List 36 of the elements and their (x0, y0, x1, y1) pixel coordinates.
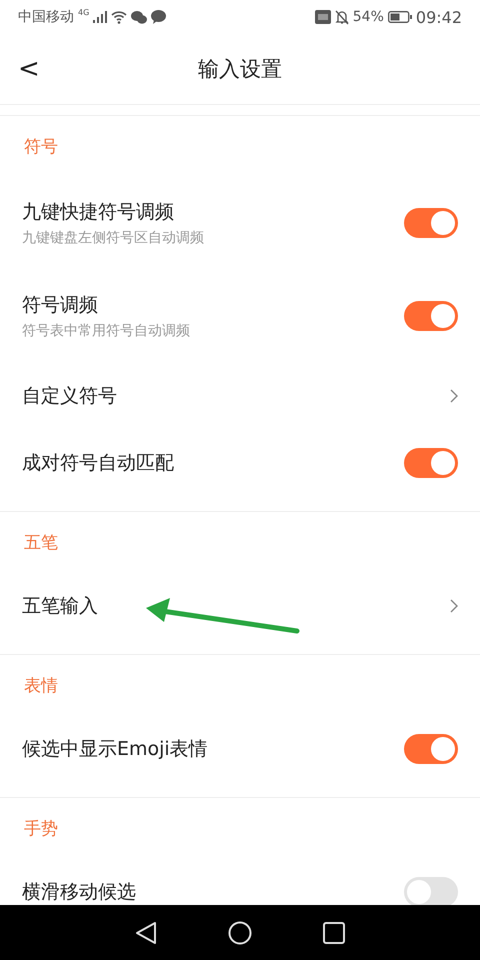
section-title: 符号 (24, 136, 58, 158)
setting-label: 横滑移动候选 (22, 880, 137, 904)
back-nav-button[interactable] (135, 920, 158, 944)
recents-nav-button[interactable] (322, 922, 345, 944)
carrier-name: 中国移动 (18, 8, 74, 26)
setting-label: 候选中显示Emoji表情 (22, 736, 209, 762)
toggle-switch[interactable] (404, 300, 458, 330)
battery-icon (388, 11, 412, 23)
toggle-switch[interactable] (404, 734, 458, 764)
chat-bubbles-icon (131, 10, 148, 24)
chevron-right-icon (450, 388, 458, 402)
setting-label: 九键快捷符号调频 (22, 200, 175, 224)
setting-label: 符号调频 (22, 292, 99, 318)
section-title: 手势 (24, 818, 58, 840)
back-button[interactable]: < (12, 52, 46, 86)
wifi-icon (111, 10, 128, 24)
message-icon (151, 10, 166, 24)
battery-percent: 54% (352, 9, 384, 25)
section-title: 五笔 (24, 532, 58, 554)
toggle-switch[interactable] (404, 448, 458, 478)
muted-bell-icon (334, 10, 349, 24)
section-title: 表情 (24, 674, 58, 696)
setting-description: 符号表中常用符号自动调频 (22, 322, 191, 340)
setting-label: 成对符号自动匹配 (22, 450, 175, 476)
clock-time: 09:42 (416, 8, 462, 26)
signal-icon (93, 11, 108, 23)
chevron-right-icon (450, 598, 458, 612)
hd-icon (314, 10, 331, 24)
setting-label[interactable]: 五笔输入 (22, 592, 450, 618)
setting-label[interactable]: 自定义符号 (22, 382, 450, 408)
page-title: 输入设置 (198, 56, 282, 83)
toggle-switch[interactable] (404, 876, 458, 905)
toggle-switch[interactable] (404, 208, 458, 238)
setting-description: 九键键盘左侧符号区自动调频 (22, 228, 205, 246)
network-type: 4G (78, 8, 90, 17)
home-nav-button[interactable] (228, 920, 252, 944)
